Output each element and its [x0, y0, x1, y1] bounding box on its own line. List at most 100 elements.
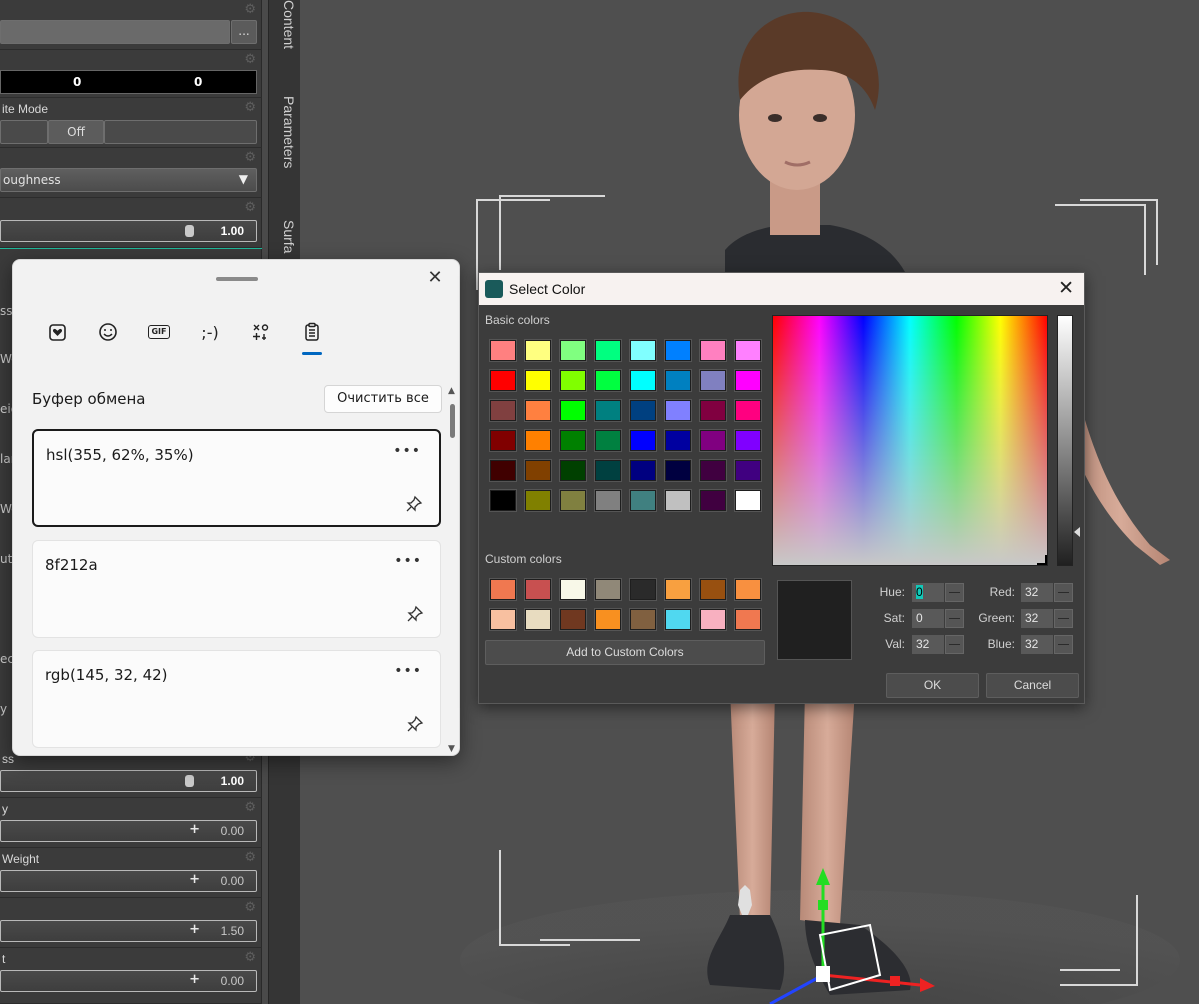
color-swatch[interactable] [559, 339, 587, 362]
spin-buttons[interactable] [945, 609, 964, 628]
color-swatch[interactable] [629, 608, 657, 631]
clipboard-icon[interactable] [296, 318, 328, 355]
color-swatch[interactable] [524, 459, 552, 482]
color-swatch[interactable] [594, 578, 622, 601]
param-slider[interactable]: + 0.00 [0, 870, 257, 892]
pin-icon[interactable] [405, 495, 423, 513]
picker-crosshair[interactable] [1037, 555, 1047, 565]
color-swatch[interactable] [489, 399, 517, 422]
color-swatch[interactable] [699, 339, 727, 362]
clipboard-item[interactable]: hsl(355, 62%, 35%) ••• [32, 429, 441, 527]
tab-content[interactable]: Content [273, 0, 297, 49]
color-swatch[interactable] [629, 578, 657, 601]
param-slider[interactable]: + 0.00 [0, 970, 257, 992]
color-swatch[interactable] [699, 608, 727, 631]
drag-handle[interactable] [216, 277, 258, 281]
color-swatch[interactable] [734, 489, 762, 512]
color-swatch[interactable] [699, 489, 727, 512]
spin-buttons[interactable] [1054, 635, 1073, 654]
color-swatch[interactable] [629, 399, 657, 422]
color-swatch[interactable] [664, 399, 692, 422]
pin-icon[interactable] [406, 715, 424, 733]
color-swatch[interactable] [734, 369, 762, 392]
color-swatch[interactable] [489, 489, 517, 512]
color-swatch[interactable] [559, 369, 587, 392]
ok-button[interactable]: OK [886, 673, 979, 698]
scroll-down-icon[interactable]: ▼ [448, 744, 455, 754]
color-swatch[interactable] [594, 429, 622, 452]
close-icon[interactable]: ✕ [1058, 277, 1074, 300]
slider-thumb[interactable] [185, 225, 194, 237]
color-swatch[interactable] [699, 399, 727, 422]
color-swatch[interactable] [559, 489, 587, 512]
favorites-icon[interactable] [42, 318, 74, 346]
browse-button[interactable]: ... [231, 20, 257, 44]
color-swatch[interactable] [734, 429, 762, 452]
color-swatch[interactable] [629, 429, 657, 452]
file-path-field[interactable] [0, 20, 230, 44]
add-to-custom-colors-button[interactable]: Add to Custom Colors [485, 640, 765, 665]
color-swatch[interactable] [699, 578, 727, 601]
tab-parameters[interactable]: Parameters [273, 96, 297, 168]
color-swatch[interactable] [489, 429, 517, 452]
spin-buttons[interactable] [945, 583, 964, 602]
color-swatch[interactable] [699, 429, 727, 452]
color-swatch[interactable] [594, 489, 622, 512]
more-options-icon[interactable]: ••• [394, 553, 422, 569]
color-swatch[interactable] [524, 608, 552, 631]
color-swatch[interactable] [629, 459, 657, 482]
color-swatch[interactable] [594, 608, 622, 631]
color-swatch[interactable] [489, 459, 517, 482]
offset-fields[interactable]: 0 0 [0, 70, 257, 94]
gear-icon[interactable]: ⚙ [244, 900, 256, 915]
color-swatch[interactable] [524, 578, 552, 601]
luminance-bar[interactable] [1057, 315, 1073, 566]
spin-buttons[interactable] [1054, 609, 1073, 628]
color-swatch[interactable] [664, 339, 692, 362]
scroll-up-icon[interactable]: ▲ [448, 386, 455, 396]
toggle-left[interactable] [0, 120, 48, 144]
tab-surfaces[interactable]: Surfa [273, 220, 297, 253]
hue-spinbox[interactable]: 0 [912, 583, 964, 602]
cancel-button[interactable]: Cancel [986, 673, 1079, 698]
gear-icon[interactable]: ⚙ [244, 950, 256, 965]
symbols-icon[interactable] [245, 318, 277, 346]
luminance-arrow-icon[interactable] [1074, 527, 1080, 537]
green-spinbox[interactable]: 32 [1021, 609, 1073, 628]
color-swatch[interactable] [559, 399, 587, 422]
gear-icon[interactable]: ⚙ [244, 800, 256, 815]
toggle-off-button[interactable]: Off [48, 120, 104, 144]
color-swatch[interactable] [594, 399, 622, 422]
color-swatch[interactable] [489, 608, 517, 631]
color-swatch[interactable] [734, 459, 762, 482]
color-swatch[interactable] [489, 339, 517, 362]
more-options-icon[interactable]: ••• [394, 663, 422, 679]
hue-saturation-picker[interactable] [772, 315, 1048, 566]
scroll-thumb[interactable] [450, 404, 455, 438]
gear-icon[interactable]: ⚙ [244, 150, 256, 165]
color-swatch[interactable] [664, 369, 692, 392]
color-swatch[interactable] [734, 608, 762, 631]
kaomoji-icon[interactable]: ;-) [194, 318, 226, 346]
clear-all-button[interactable]: Очистить все [324, 385, 442, 413]
gear-icon[interactable]: ⚙ [244, 100, 256, 115]
blue-spinbox[interactable]: 32 [1021, 635, 1073, 654]
param-slider[interactable]: 1.00 [0, 770, 257, 792]
color-swatch[interactable] [629, 369, 657, 392]
color-swatch[interactable] [524, 429, 552, 452]
color-swatch[interactable] [629, 489, 657, 512]
color-swatch[interactable] [734, 578, 762, 601]
color-swatch[interactable] [734, 399, 762, 422]
color-swatch[interactable] [559, 578, 587, 601]
pin-icon[interactable] [406, 605, 424, 623]
color-swatch[interactable] [664, 459, 692, 482]
gear-icon[interactable]: ⚙ [244, 850, 256, 865]
spin-buttons[interactable] [945, 635, 964, 654]
clipboard-item[interactable]: 8f212a ••• [32, 540, 441, 638]
clipboard-item[interactable]: rgb(145, 32, 42) ••• [32, 650, 441, 748]
color-swatch[interactable] [664, 578, 692, 601]
gear-icon[interactable]: ⚙ [244, 2, 256, 17]
scrollbar[interactable]: ▲ ▼ [447, 386, 457, 755]
color-swatch[interactable] [629, 339, 657, 362]
emoji-icon[interactable] [92, 318, 124, 346]
